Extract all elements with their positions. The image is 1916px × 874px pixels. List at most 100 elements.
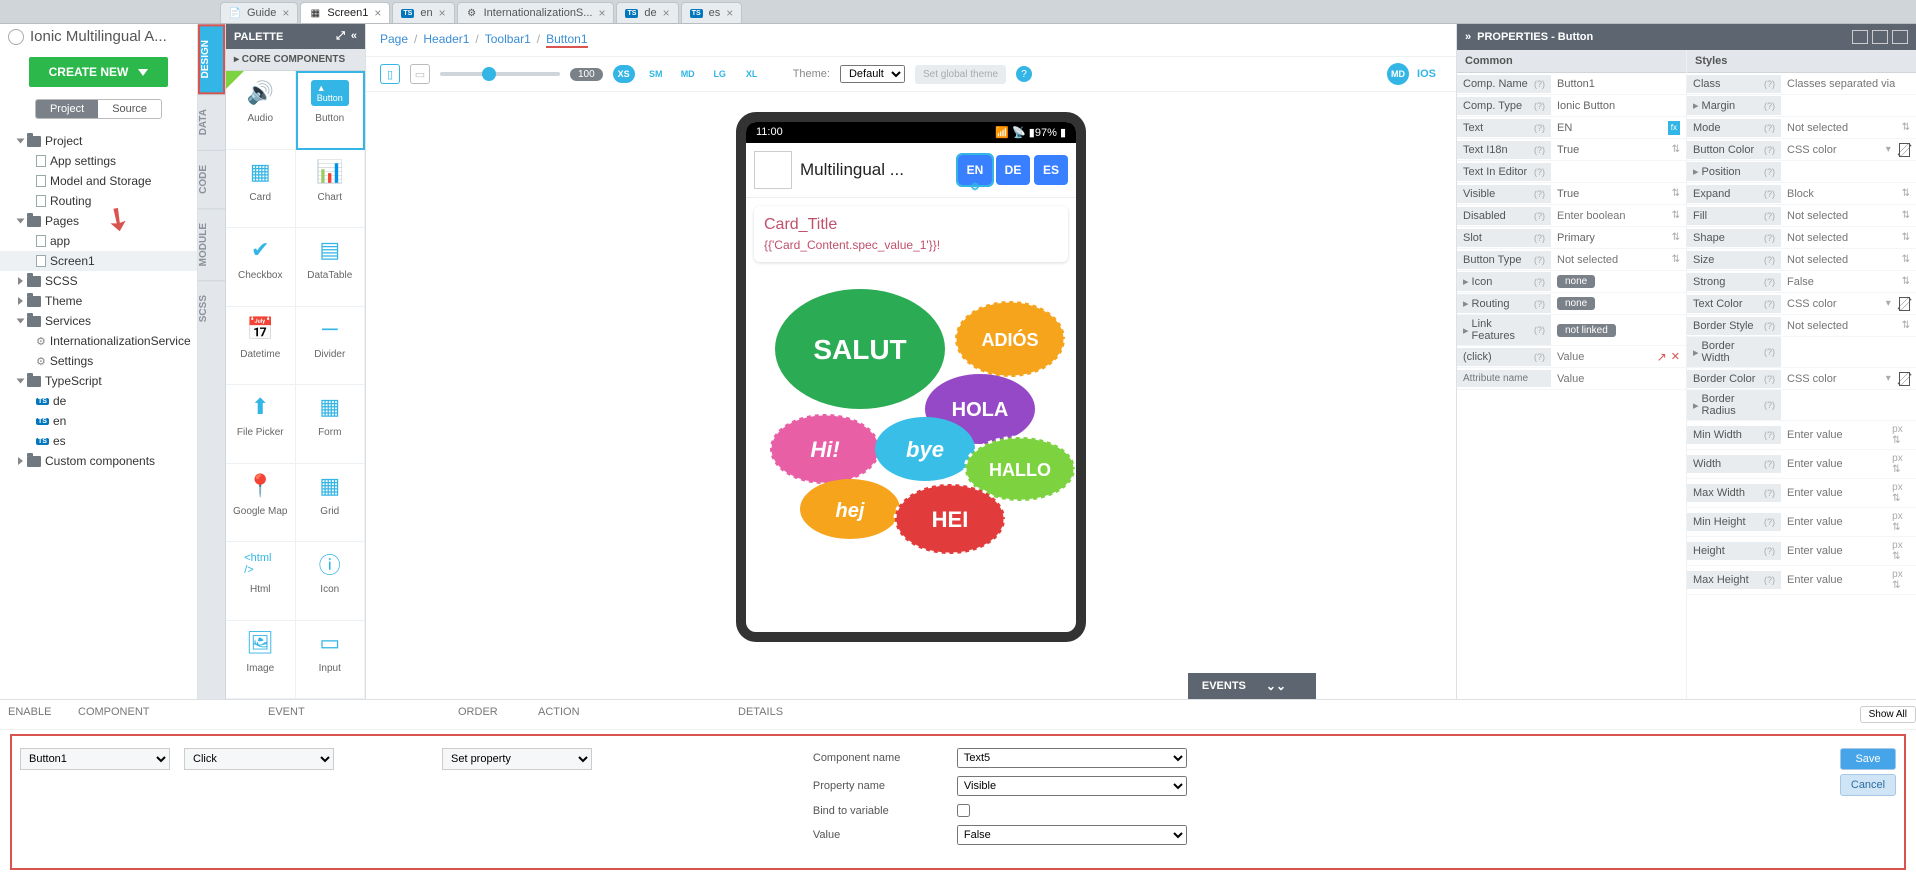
tab-screen1[interactable]: ▦Screen1× [300,2,390,23]
event-component-select[interactable]: Button1 [20,748,170,770]
palette-section[interactable]: ▸ CORE COMPONENTS [226,49,365,71]
event-trigger-select[interactable]: Click [184,748,334,770]
palette-item-divider[interactable]: ─Divider [296,307,366,386]
tab-es[interactable]: TSes× [681,2,743,23]
property-value[interactable]: px ⇅ [1781,421,1916,449]
layout-icon[interactable] [1892,30,1908,44]
property-value[interactable]: px ⇅ [1781,508,1916,536]
side-tab-scss[interactable]: SCSS [198,280,225,336]
palette-item-file-picker[interactable]: ⬆File Picker [226,385,296,464]
create-new-button[interactable]: CREATE NEW [29,57,169,87]
palette-item-html[interactable]: <html />Html [226,542,296,621]
tree-item-theme[interactable]: Theme [0,291,197,311]
event-detail-select[interactable]: Text5 [957,748,1187,768]
event-detail-select[interactable]: Visible [957,776,1187,796]
show-all-button[interactable]: Show All [1860,706,1916,723]
device-landscape-icon[interactable]: ▭ [410,64,430,84]
palette-item-button[interactable]: ▲ ButtonButton [296,71,366,150]
property-value[interactable]: ⇅ [1781,207,1916,225]
canvas-area[interactable]: 11:00 📶 📡 ▮97% ▮ Multilingual ... EN⚙ DE… [366,92,1456,699]
property-name-input[interactable] [1463,373,1543,384]
tree-item-en[interactable]: TSen [0,411,197,431]
tree-item-project[interactable]: Project [0,131,197,151]
palette-item-datetime[interactable]: 📅Datetime [226,307,296,386]
property-value[interactable]: ⇅ [1551,185,1686,203]
property-value[interactable]: ▾ [1781,140,1916,160]
property-value[interactable]: none [1551,294,1686,313]
property-value[interactable] [1781,402,1916,408]
bind-to-variable-checkbox[interactable] [957,804,970,817]
tree-item-services[interactable]: Services [0,311,197,331]
property-value[interactable]: ⇅ [1781,251,1916,269]
palette-item-grid[interactable]: ▦Grid [296,464,366,543]
side-tab-design[interactable]: DESIGN [198,24,225,94]
event-action-select[interactable]: Set property [442,748,592,770]
property-value[interactable]: ↗✕ [1551,347,1686,367]
palette-item-datatable[interactable]: ▤DataTable [296,228,366,307]
cancel-button[interactable]: Cancel [1840,774,1896,796]
property-value[interactable]: not linked [1551,321,1686,340]
breadcrumb-item[interactable]: Header1 [423,32,469,48]
property-value[interactable]: ⇅ [1551,229,1686,247]
lang-button-es[interactable]: ES [1034,155,1068,185]
property-value[interactable]: ⇅ [1781,185,1916,203]
palette-item-audio[interactable]: 🔊Audio [226,71,296,150]
tree-item-es[interactable]: TSes [0,431,197,451]
property-value[interactable] [1781,169,1916,175]
tree-item-internationalizationservice[interactable]: ⚙InternationalizationService [0,331,197,351]
palette-item-chart[interactable]: 📊Chart [296,150,366,229]
property-value[interactable] [1781,349,1916,355]
lang-button-de[interactable]: DE [996,155,1030,185]
property-value[interactable]: ▾ [1781,369,1916,389]
property-value[interactable]: ⇅ [1781,119,1916,137]
property-value[interactable] [1551,75,1686,93]
theme-select[interactable]: Default [840,65,905,83]
tree-item-app-settings[interactable]: App settings [0,151,197,171]
close-icon[interactable]: × [282,6,289,20]
property-value[interactable]: ⇅ [1551,141,1686,159]
zoom-slider[interactable] [440,72,560,76]
breadcrumb-item[interactable]: Page [380,32,408,48]
close-icon[interactable]: × [439,6,446,20]
close-icon[interactable]: × [726,6,733,20]
events-panel-toggle[interactable]: EVENTS ⌄⌄ [1188,673,1316,699]
tree-item-model-and-storage[interactable]: Model and Storage [0,171,197,191]
property-value[interactable]: ⇅ [1781,229,1916,247]
breadcrumb-item[interactable]: Button1 [546,32,587,48]
breadcrumb-item[interactable]: Toolbar1 [485,32,531,48]
toggle-project[interactable]: Project [36,100,98,118]
side-tab-code[interactable]: CODE [198,150,225,208]
set-global-theme-button[interactable]: Set global theme [915,65,1006,84]
breakpoint-xs[interactable]: XS [613,65,635,83]
collapse-icon[interactable]: « [351,30,357,43]
palette-item-input[interactable]: ▭Input [296,621,366,700]
close-icon[interactable]: × [374,6,381,20]
tree-item-settings[interactable]: ⚙Settings [0,351,197,371]
layout-icon[interactable] [1872,30,1888,44]
palette-item-icon[interactable]: ⓘIcon [296,542,366,621]
platform-ios-button[interactable]: IOS [1411,68,1442,80]
property-value[interactable] [1551,169,1686,175]
property-value[interactable] [1781,103,1916,109]
palette-item-google-map[interactable]: 📍Google Map [226,464,296,543]
property-value[interactable]: px ⇅ [1781,566,1916,594]
chevron-right-icon[interactable]: » [1465,31,1471,43]
breakpoint-lg[interactable]: LG [709,65,731,83]
event-detail-select[interactable]: False [957,825,1187,845]
platform-md-button[interactable]: MD [1387,63,1409,85]
side-tab-module[interactable]: MODULE [198,208,225,280]
device-portrait-icon[interactable]: ▯ [380,64,400,84]
card[interactable]: Card_Title {{'Card_Content.spec_value_1'… [754,206,1068,262]
palette-item-form[interactable]: ▦Form [296,385,366,464]
expand-icon[interactable]: ⤢ [336,30,345,43]
tree-item-scss[interactable]: SCSS [0,271,197,291]
layout-icon[interactable] [1852,30,1868,44]
tree-item-de[interactable]: TSde [0,391,197,411]
tree-item-app[interactable]: app [0,231,197,251]
property-value[interactable] [1781,75,1916,93]
property-value[interactable]: px ⇅ [1781,450,1916,478]
property-value[interactable]: ⇅ [1551,207,1686,225]
project-source-toggle[interactable]: Project Source [35,99,162,119]
toggle-source[interactable]: Source [98,100,161,118]
palette-item-card[interactable]: ▦Card [226,150,296,229]
